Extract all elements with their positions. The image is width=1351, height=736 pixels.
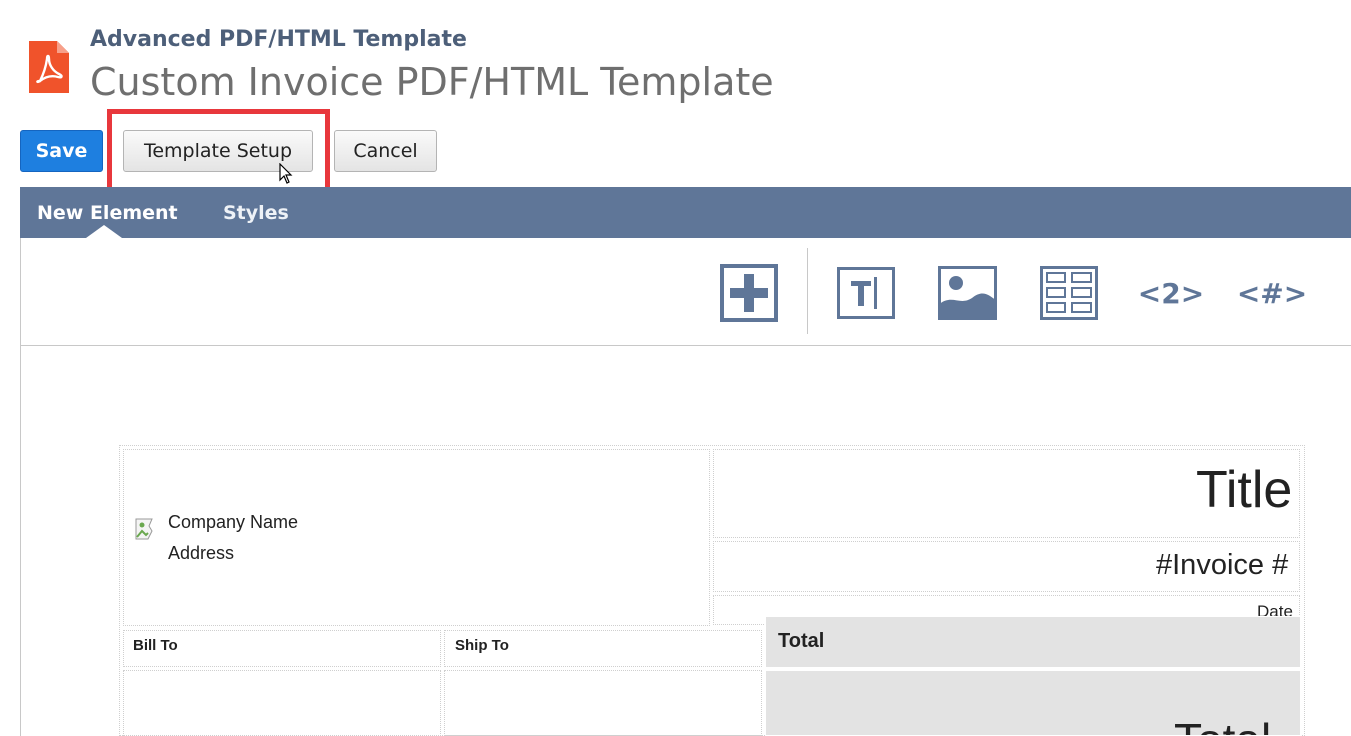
page-number-icon[interactable]: <2> bbox=[1136, 272, 1206, 314]
total-header-label: Total bbox=[778, 630, 825, 652]
add-element-icon[interactable] bbox=[720, 264, 778, 322]
save-button[interactable]: Save bbox=[20, 130, 103, 172]
document-title: Title bbox=[1196, 461, 1293, 519]
canvas-border bbox=[20, 346, 21, 736]
pdf-file-icon bbox=[29, 41, 69, 93]
invoice-number: #Invoice # bbox=[1156, 549, 1289, 581]
tab-bar: New Element Styles bbox=[20, 187, 1351, 238]
bill-to-label: Bill To bbox=[133, 637, 178, 654]
toolbar-separator bbox=[807, 248, 808, 334]
ship-to-address-cell[interactable] bbox=[444, 670, 762, 736]
highlight-box bbox=[107, 109, 330, 192]
bill-to-address-cell[interactable] bbox=[123, 670, 441, 736]
mouse-cursor-icon bbox=[279, 162, 293, 185]
active-tab-indicator bbox=[86, 225, 122, 238]
total-header-cell[interactable] bbox=[765, 616, 1301, 668]
cancel-button[interactable]: Cancel bbox=[334, 130, 437, 172]
broken-image-icon bbox=[135, 518, 159, 540]
total-value: Total bbox=[1174, 713, 1271, 735]
total-value-cell[interactable]: Total bbox=[765, 670, 1301, 736]
page-title: Custom Invoice PDF/HTML Template bbox=[90, 60, 774, 104]
company-address: Address bbox=[168, 543, 235, 563]
field-placeholder-icon[interactable]: <#> bbox=[1237, 272, 1307, 314]
image-icon[interactable] bbox=[938, 266, 997, 320]
company-name: Company Name bbox=[168, 512, 299, 532]
ship-to-label: Ship To bbox=[455, 637, 509, 654]
record-type-label: Advanced PDF/HTML Template bbox=[90, 27, 467, 52]
tab-styles[interactable]: Styles bbox=[223, 187, 289, 238]
table-icon[interactable] bbox=[1040, 266, 1098, 320]
text-field-icon[interactable] bbox=[837, 267, 895, 319]
company-cell[interactable] bbox=[123, 449, 710, 626]
